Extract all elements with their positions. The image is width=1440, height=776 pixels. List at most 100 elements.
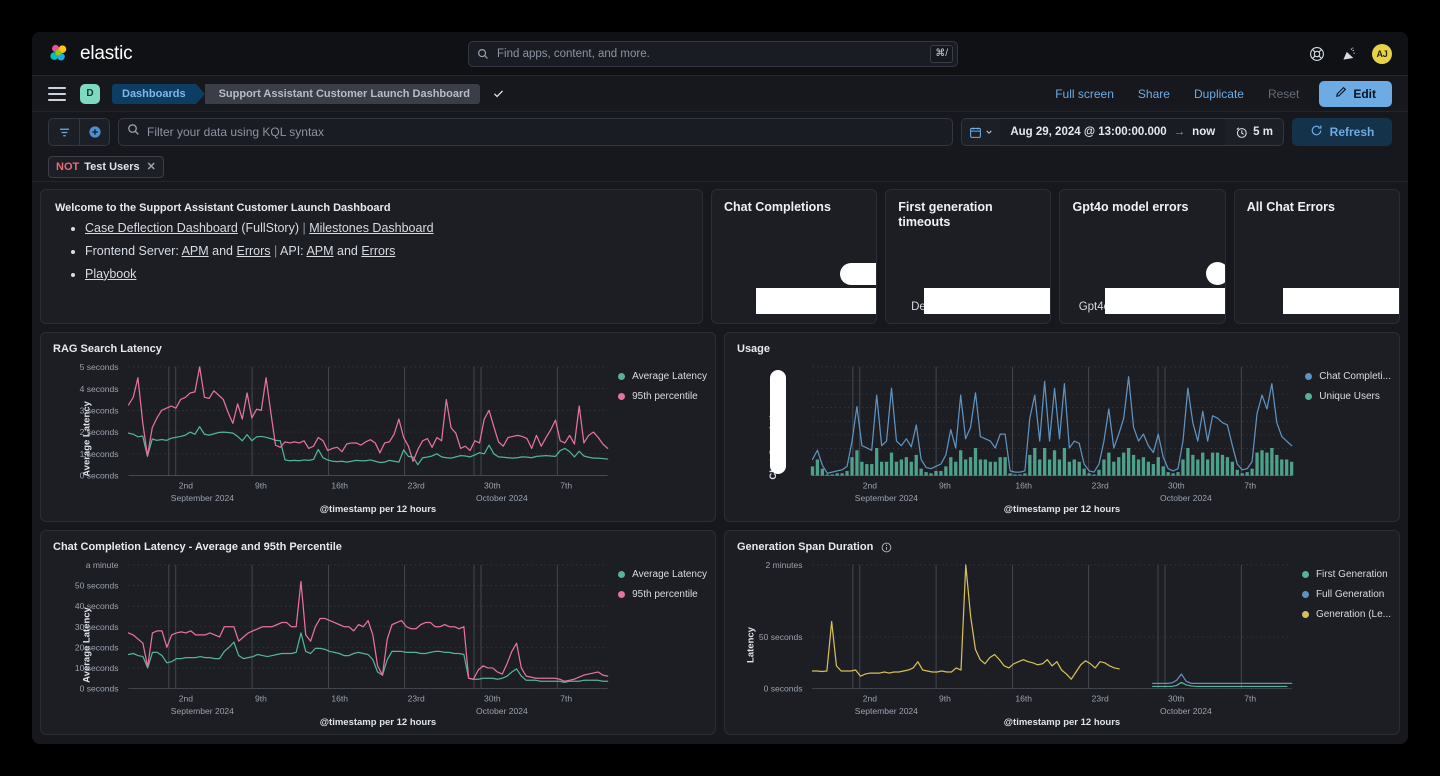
- svg-text:23rd: 23rd: [1092, 480, 1109, 490]
- link-case-deflection-dashboard[interactable]: Case Deflection Dashboard: [85, 221, 238, 235]
- chart-plot[interactable]: 0 seconds 50 seconds 2 minutes 2nd September…: [725, 555, 1399, 734]
- link-milestones-dashboard[interactable]: Milestones Dashboard: [309, 221, 433, 235]
- menu-icon[interactable]: [48, 86, 66, 101]
- space-avatar[interactable]: D: [80, 83, 100, 104]
- chart-legend: Average Latency 95th percentile: [618, 569, 707, 600]
- redaction-overlay-y-axis: [770, 370, 786, 474]
- legend-label: Average Latency: [632, 569, 707, 580]
- chart-area: Chat Completions 2ndSeptember 20249th16t…: [725, 357, 1399, 521]
- filter-pill-row: NOT Test Users ✕: [32, 152, 1408, 182]
- chart-legend: First Generation Full Generation Generatio…: [1301, 569, 1391, 620]
- svg-text:October 2024: October 2024: [1160, 706, 1212, 716]
- time-arrow-icon: →: [1173, 126, 1186, 138]
- search-input[interactable]: [491, 46, 931, 61]
- close-icon[interactable]: ✕: [147, 160, 156, 173]
- legend-color-dot: [618, 373, 626, 380]
- panel-gpt4o-model-errors: Gpt4o model errors Gpt4o-payg model erro…: [1059, 189, 1226, 324]
- legend-item[interactable]: Unique Users: [1305, 391, 1391, 402]
- svg-text:20 seconds: 20 seconds: [75, 642, 119, 652]
- chart-plot[interactable]: 0 seconds 1 seconds 2 seconds 3 seconds 4 se…: [41, 357, 715, 521]
- legend-label: Average Latency: [632, 371, 707, 382]
- svg-text:October 2024: October 2024: [476, 493, 528, 503]
- legend-label: Generation (Le...: [1315, 609, 1391, 620]
- redaction-overlay-value: [924, 288, 1051, 314]
- legend-item[interactable]: Full Generation: [1301, 589, 1391, 600]
- svg-text:2 seconds: 2 seconds: [80, 427, 119, 437]
- link-frontend-apm[interactable]: APM: [182, 244, 209, 258]
- svg-text:16th: 16th: [1015, 693, 1032, 703]
- legend-item[interactable]: Chat Completi...: [1305, 371, 1391, 382]
- global-search[interactable]: ⌘/: [468, 40, 958, 67]
- edit-button[interactable]: Edit: [1319, 80, 1392, 107]
- info-icon[interactable]: [881, 542, 892, 553]
- chart-area: Average Latency 0 seconds 10 seconds 20 se…: [41, 555, 715, 734]
- filter-pill-test-users[interactable]: NOT Test Users ✕: [48, 155, 164, 178]
- svg-text:23rd: 23rd: [408, 480, 425, 490]
- panel-title: All Chat Errors: [1246, 200, 1335, 214]
- announcement-icon[interactable]: [1340, 45, 1358, 63]
- svg-text:September 2024: September 2024: [855, 706, 918, 716]
- list-item: Frontend Server: APM and Errors | API: A…: [85, 243, 688, 260]
- refresh-button[interactable]: Refresh: [1292, 118, 1392, 146]
- link-api-errors[interactable]: Errors: [361, 244, 395, 258]
- panel-first-generation-timeouts: First generation timeouts Declined reque…: [885, 189, 1052, 324]
- panel-all-chat-errors: All Chat Errors: [1233, 189, 1401, 324]
- legend-color-dot: [618, 571, 626, 578]
- svg-text:2nd: 2nd: [863, 693, 878, 703]
- list-item: Case Deflection Dashboard (FullStory) | …: [85, 220, 688, 237]
- redaction-overlay-pill: [839, 263, 877, 285]
- date-quick-select-button[interactable]: [961, 118, 1001, 146]
- date-range-display[interactable]: Aug 29, 2024 @ 13:00:00.000 → now: [1000, 118, 1226, 146]
- svg-text:0 seconds: 0 seconds: [80, 471, 119, 481]
- refresh-interval-button[interactable]: 5 m: [1225, 118, 1284, 146]
- link-playbook[interactable]: Playbook: [85, 267, 136, 281]
- full-screen-button[interactable]: Full screen: [1043, 87, 1126, 101]
- filter-options-icon[interactable]: [49, 119, 79, 145]
- kql-input[interactable]: [140, 124, 945, 140]
- svg-text:5 seconds: 5 seconds: [80, 362, 119, 372]
- svg-text:2nd: 2nd: [179, 480, 194, 490]
- text-frontend-server: Frontend Server:: [85, 243, 182, 258]
- svg-text:9th: 9th: [255, 480, 267, 490]
- panel-title: Chat Completions: [723, 200, 831, 214]
- svg-text:7th: 7th: [1244, 480, 1256, 490]
- avatar[interactable]: AJ: [1372, 43, 1392, 64]
- svg-text:23rd: 23rd: [1092, 693, 1109, 703]
- svg-text:October 2024: October 2024: [1160, 493, 1212, 503]
- link-frontend-errors[interactable]: Errors: [236, 244, 270, 258]
- legend-item[interactable]: Average Latency: [618, 569, 707, 580]
- time-picker: Aug 29, 2024 @ 13:00:00.000 → now 5 m: [961, 118, 1284, 146]
- legend-item[interactable]: First Generation: [1301, 569, 1391, 580]
- legend-item[interactable]: 95th percentile: [618, 589, 707, 600]
- panel-title: First generation timeouts: [898, 200, 993, 229]
- add-filter-icon[interactable]: [79, 119, 109, 145]
- legend-color-dot: [618, 393, 626, 400]
- lifebuoy-icon[interactable]: [1308, 45, 1326, 63]
- legend-color-dot: [1305, 373, 1313, 380]
- legend-label: 95th percentile: [632, 391, 698, 402]
- separator: |: [270, 243, 281, 258]
- legend-item[interactable]: 95th percentile: [618, 391, 707, 402]
- check-icon: [492, 87, 505, 100]
- x-axis-title: @timestamp per 12 hours: [1003, 717, 1121, 728]
- legend-color-dot: [1301, 571, 1309, 578]
- legend-label: 95th percentile: [632, 589, 698, 600]
- breadcrumb-item-current[interactable]: Support Assistant Customer Launch Dashbo…: [204, 83, 480, 104]
- breadcrumb-item-dashboards[interactable]: Dashboards: [112, 83, 205, 104]
- share-button[interactable]: Share: [1126, 87, 1182, 101]
- svg-text:30th: 30th: [484, 693, 501, 703]
- legend-item[interactable]: Average Latency: [618, 371, 707, 382]
- legend-item[interactable]: Generation (Le...: [1301, 609, 1391, 620]
- link-api-apm[interactable]: APM: [306, 244, 333, 258]
- kql-query-bar[interactable]: [118, 118, 954, 146]
- elastic-brand[interactable]: elastic: [48, 43, 133, 65]
- chart-plot[interactable]: 0 seconds 10 seconds 20 seconds 30 seconds 4…: [41, 555, 715, 734]
- dashboard-row-3: Chat Completion Latency - Average and 95…: [40, 530, 1400, 735]
- svg-text:7th: 7th: [1244, 693, 1256, 703]
- global-header: elastic ⌘/: [32, 32, 1408, 76]
- svg-text:October 2024: October 2024: [476, 706, 528, 716]
- reset-button[interactable]: Reset: [1256, 87, 1311, 101]
- chart-legend: Average Latency 95th percentile: [618, 371, 707, 402]
- chart-plot[interactable]: 2nd September 2024 9th 16th 23rd 30th October …: [725, 357, 1399, 521]
- duplicate-button[interactable]: Duplicate: [1182, 87, 1256, 101]
